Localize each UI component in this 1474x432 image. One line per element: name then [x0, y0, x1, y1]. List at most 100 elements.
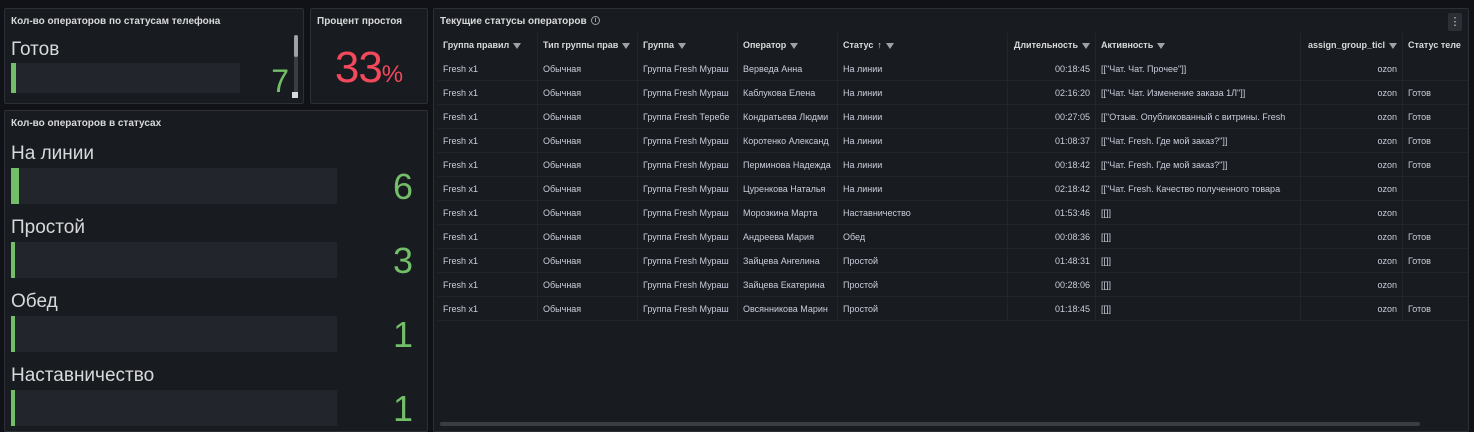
cell-rule-group[interactable]: Fresh x1 — [438, 153, 538, 177]
cell-activity[interactable]: [[]] — [1096, 249, 1301, 273]
cell-activity[interactable]: [["Чат. Чат. Изменение заказа 1Л"]] — [1096, 81, 1301, 105]
cell-duration[interactable]: 00:08:36 — [1008, 225, 1096, 249]
filter-icon[interactable] — [1157, 43, 1166, 49]
table-row[interactable]: Fresh x1 Обычная Группа Fresh Мураш Каблуко… — [438, 81, 1468, 105]
cell-operator[interactable]: Перминова Надежда — [738, 153, 838, 177]
column-header-operator[interactable]: Оператор — [738, 33, 838, 57]
filter-icon[interactable] — [1082, 43, 1090, 49]
table-row[interactable]: Fresh x1 Обычная Группа Fresh Мураш Зайцева… — [438, 249, 1468, 273]
cell-operator[interactable]: Кондратьева Людми — [738, 105, 838, 129]
cell-duration[interactable]: 02:18:42 — [1008, 177, 1096, 201]
cell-status[interactable]: Простой — [838, 273, 1008, 297]
cell-phone-status[interactable]: Готов — [1403, 249, 1468, 273]
cell-group[interactable]: Группа Fresh Мураш — [638, 177, 738, 201]
cell-activity[interactable]: [[]] — [1096, 201, 1301, 225]
cell-operator[interactable]: Андреева Мария — [738, 225, 838, 249]
cell-phone-status[interactable] — [1403, 273, 1468, 297]
cell-group[interactable]: Группа Fresh Мураш — [638, 153, 738, 177]
cell-group-type[interactable]: Обычная — [538, 153, 638, 177]
cell-group[interactable]: Группа Fresh Мураш — [638, 249, 738, 273]
cell-activity[interactable]: [["Чат. Fresh. Качество полученного това… — [1096, 177, 1301, 201]
cell-phone-status[interactable]: Готов — [1403, 225, 1468, 249]
table-row[interactable]: Fresh x1 Обычная Группа Fresh Мураш Цуренко… — [438, 177, 1468, 201]
cell-assign-group[interactable]: ozon — [1301, 297, 1403, 321]
cell-assign-group[interactable]: ozon — [1301, 153, 1403, 177]
cell-rule-group[interactable]: Fresh x1 — [438, 225, 538, 249]
cell-assign-group[interactable]: ozon — [1301, 201, 1403, 225]
cell-duration[interactable]: 00:18:45 — [1008, 57, 1096, 81]
column-header-activity[interactable]: Активность — [1096, 33, 1301, 57]
info-icon[interactable]: i — [591, 16, 600, 25]
cell-assign-group[interactable]: ozon — [1301, 273, 1403, 297]
cell-group[interactable]: Группа Fresh Мураш — [638, 297, 738, 321]
cell-group[interactable]: Группа Fresh Мураш — [638, 225, 738, 249]
table-row[interactable]: Fresh x1 Обычная Группа Fresh Мураш Коротен… — [438, 129, 1468, 153]
cell-group-type[interactable]: Обычная — [538, 105, 638, 129]
cell-group-type[interactable]: Обычная — [538, 129, 638, 153]
cell-phone-status[interactable]: Готов — [1403, 81, 1468, 105]
cell-operator[interactable]: Верведа Анна — [738, 57, 838, 81]
cell-phone-status[interactable] — [1403, 177, 1468, 201]
cell-group[interactable]: Группа Fresh Мураш — [638, 273, 738, 297]
cell-assign-group[interactable]: ozon — [1301, 105, 1403, 129]
cell-group[interactable]: Группа Fresh Мураш — [638, 201, 738, 225]
cell-group-type[interactable]: Обычная — [538, 201, 638, 225]
cell-operator[interactable]: Коротенко Александ — [738, 129, 838, 153]
cell-group[interactable]: Группа Fresh Мураш — [638, 129, 738, 153]
cell-rule-group[interactable]: Fresh x1 — [438, 105, 538, 129]
cell-phone-status[interactable]: Готов — [1403, 105, 1468, 129]
cell-rule-group[interactable]: Fresh x1 — [438, 57, 538, 81]
column-header-duration[interactable]: Длительность — [1008, 33, 1096, 57]
column-header-phone-status[interactable]: Статус теле — [1403, 33, 1468, 57]
cell-duration[interactable]: 02:16:20 — [1008, 81, 1096, 105]
cell-duration[interactable]: 01:08:37 — [1008, 129, 1096, 153]
cell-rule-group[interactable]: Fresh x1 — [438, 249, 538, 273]
table-row[interactable]: Fresh x1 Обычная Группа Fresh Мураш Пермино… — [438, 153, 1468, 177]
cell-status[interactable]: Наставничество — [838, 201, 1008, 225]
cell-assign-group[interactable]: ozon — [1301, 249, 1403, 273]
cell-duration[interactable]: 00:27:05 — [1008, 105, 1096, 129]
cell-duration[interactable]: 00:28:06 — [1008, 273, 1096, 297]
cell-rule-group[interactable]: Fresh x1 — [438, 177, 538, 201]
cell-phone-status[interactable]: Готов — [1403, 129, 1468, 153]
cell-group[interactable]: Группа Fresh Мураш — [638, 81, 738, 105]
cell-duration[interactable]: 01:48:31 — [1008, 249, 1096, 273]
cell-operator[interactable]: Каблукова Елена — [738, 81, 838, 105]
cell-status[interactable]: На линии — [838, 153, 1008, 177]
table-row[interactable]: Fresh x1 Обычная Группа Fresh Мураш Морозки… — [438, 201, 1468, 225]
column-header-status[interactable]: Статус ↑ — [838, 33, 1008, 57]
filter-icon[interactable] — [513, 43, 522, 49]
cell-rule-group[interactable]: Fresh x1 — [438, 129, 538, 153]
cell-assign-group[interactable]: ozon — [1301, 225, 1403, 249]
horizontal-scrollbar[interactable] — [440, 422, 1420, 426]
cell-rule-group[interactable]: Fresh x1 — [438, 297, 538, 321]
cell-duration[interactable]: 00:18:42 — [1008, 153, 1096, 177]
sort-ascending-icon[interactable]: ↑ — [877, 33, 882, 57]
cell-assign-group[interactable]: ozon — [1301, 81, 1403, 105]
filter-icon[interactable] — [622, 43, 631, 49]
resize-handle-icon[interactable] — [292, 92, 298, 98]
cell-operator[interactable]: Овсянникова Марин — [738, 297, 838, 321]
cell-status[interactable]: На линии — [838, 81, 1008, 105]
cell-activity[interactable]: [["Чат. Чат. Прочее"]] — [1096, 57, 1301, 81]
table-row[interactable]: Fresh x1 Обычная Группа Fresh Теребе Кондра… — [438, 105, 1468, 129]
cell-phone-status[interactable]: Готов — [1403, 153, 1468, 177]
panel-menu-button[interactable]: ⋮ — [1448, 13, 1462, 31]
column-header-group-type[interactable]: Тип группы прав — [538, 33, 638, 57]
cell-status[interactable]: На линии — [838, 57, 1008, 81]
cell-phone-status[interactable] — [1403, 201, 1468, 225]
cell-rule-group[interactable]: Fresh x1 — [438, 273, 538, 297]
table-row[interactable]: Fresh x1 Обычная Группа Fresh Мураш Овсянни… — [438, 297, 1468, 321]
cell-phone-status[interactable] — [1403, 57, 1468, 81]
cell-group[interactable]: Группа Fresh Мураш — [638, 57, 738, 81]
filter-icon[interactable] — [885, 43, 894, 49]
column-header-assign-group[interactable]: assign_group_ticl — [1301, 33, 1403, 57]
cell-activity[interactable]: [[]] — [1096, 297, 1301, 321]
cell-status[interactable]: Простой — [838, 297, 1008, 321]
cell-status[interactable]: На линии — [838, 129, 1008, 153]
cell-group-type[interactable]: Обычная — [538, 297, 638, 321]
cell-activity[interactable]: [[]] — [1096, 273, 1301, 297]
cell-group-type[interactable]: Обычная — [538, 57, 638, 81]
column-header-rule-group[interactable]: Группа правил — [438, 33, 538, 57]
vertical-scrollbar[interactable] — [294, 35, 298, 95]
